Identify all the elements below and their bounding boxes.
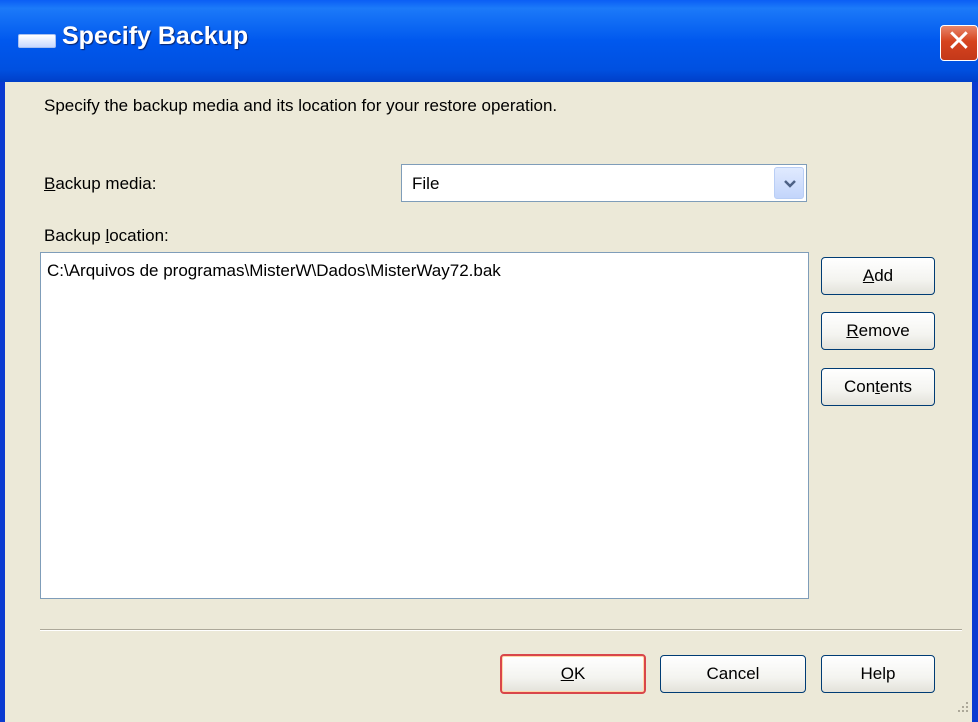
backup-location-label: Backup location: (44, 226, 169, 245)
list-item[interactable]: C:\Arquivos de programas\MisterW\Dados\M… (47, 261, 501, 281)
backup-media-dropdown[interactable]: File (401, 164, 807, 202)
window-icon (18, 34, 56, 48)
title-bar[interactable]: Specify Backup ✕ (0, 0, 978, 82)
close-icon: ✕ (946, 25, 972, 58)
window-title: Specify Backup (62, 22, 249, 50)
backup-location-list[interactable]: C:\Arquivos de programas\MisterW\Dados\M… (40, 252, 809, 599)
close-button[interactable]: ✕ (940, 25, 978, 61)
help-button[interactable]: Help (821, 655, 935, 693)
dialog-description: Specify the backup media and its locatio… (44, 96, 558, 115)
remove-button[interactable]: Remove (821, 312, 935, 350)
backup-media-label: Backup media: (44, 174, 157, 193)
dropdown-button[interactable] (774, 167, 804, 199)
chevron-down-icon (784, 180, 796, 188)
resize-grip-icon[interactable] (956, 700, 970, 714)
footer-separator (40, 629, 962, 631)
backup-media-value: File (412, 174, 440, 193)
add-button[interactable]: Add (821, 257, 935, 295)
contents-button[interactable]: Con t ents (821, 368, 935, 406)
ok-button[interactable]: OK (500, 654, 646, 694)
cancel-button[interactable]: Cancel (660, 655, 806, 693)
